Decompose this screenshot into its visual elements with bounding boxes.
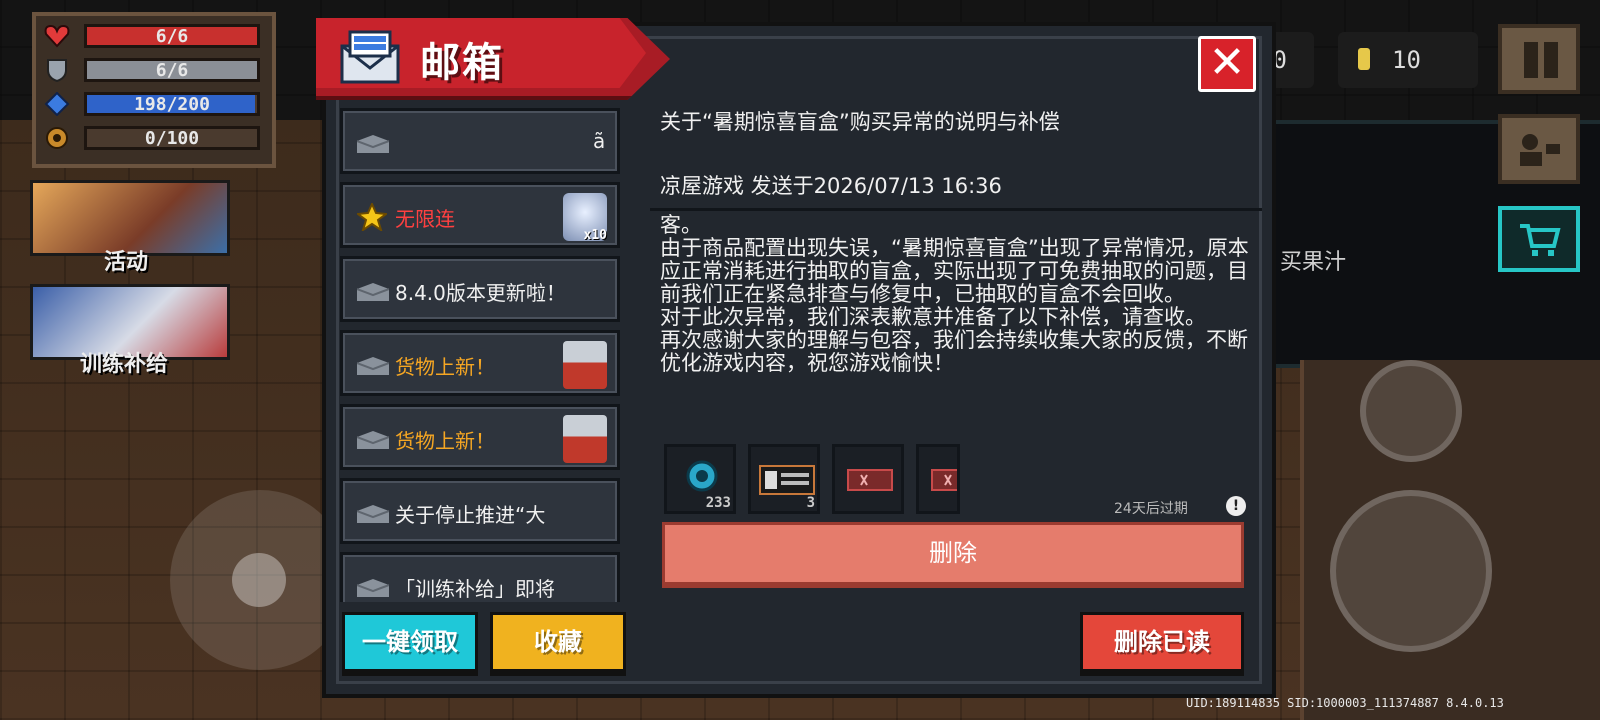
- skill-text: 0/100: [144, 128, 200, 149]
- heart-icon: [44, 24, 70, 48]
- envelope-icon: [357, 431, 389, 449]
- attachment-count: 233: [705, 495, 731, 511]
- delete-read-button[interactable]: 删除已读: [1080, 612, 1244, 676]
- shop-cart-button[interactable]: [1498, 206, 1580, 272]
- uid-info: UID:189114835 SID:1000003_111374887 8.4.…: [1186, 696, 1504, 710]
- skill-icon: [46, 127, 68, 149]
- envelope-icon: [357, 283, 389, 301]
- attachment-slot[interactable]: [832, 444, 904, 514]
- ticket-icon: [847, 469, 893, 491]
- background-shop-text: 买果汁: [1280, 250, 1347, 275]
- mail-envelope-icon: [340, 30, 400, 84]
- pause-button[interactable]: [1498, 24, 1580, 94]
- envelope-icon: [357, 579, 389, 597]
- cart-icon: [1520, 224, 1561, 256]
- hp-text: 6/6: [155, 26, 189, 47]
- mail-item[interactable]: 货物上新！: [340, 330, 620, 396]
- mail-list[interactable]: ã 无限连 x10 8.4.0版本更新啦！ 货物上新！ 货物上新！ 关于停止推进…: [340, 108, 624, 602]
- attachment-count: 3: [806, 495, 815, 511]
- energy-gem-icon: [44, 92, 70, 116]
- attachment-slot[interactable]: 3: [748, 444, 820, 514]
- star-icon: [357, 203, 387, 231]
- character-thumbnail: x10: [563, 193, 607, 243]
- mail-item-label: 货物上新！: [395, 429, 495, 453]
- mail-item[interactable]: 8.4.0版本更新啦！: [340, 256, 620, 322]
- merchant-thumbnail: [563, 415, 607, 463]
- player-stats-panel: 6/6 6/6 198/200 0/100: [32, 12, 276, 168]
- gem-icon: [686, 460, 718, 492]
- warning-icon: !: [1226, 496, 1246, 516]
- weapon-swap-button[interactable]: [1360, 360, 1462, 462]
- mail-body: 客。 由于商品配置出现失误，“暑期惊喜盲盒”出现了异常情况，原本应正常消耗进行抽…: [660, 214, 1249, 375]
- mail-item-label: ã: [593, 129, 606, 153]
- armor-row: 6/6: [44, 56, 264, 84]
- attachment-slot[interactable]: 233: [664, 444, 736, 514]
- training-supply-label: 训练补给: [80, 352, 169, 377]
- mail-item-unread[interactable]: 无限连 x10: [340, 182, 620, 248]
- mailbox-title: 邮箱: [420, 40, 504, 86]
- favorite-button[interactable]: 收藏: [490, 612, 626, 676]
- profile-button[interactable]: [1498, 114, 1580, 184]
- shield-icon: [47, 59, 67, 82]
- envelope-icon: [357, 505, 389, 523]
- skill-row: 0/100: [44, 124, 264, 152]
- attack-button[interactable]: [1330, 490, 1492, 652]
- ticket-icon: [931, 469, 957, 491]
- profile-icon: [1520, 134, 1560, 166]
- coin-counter: 10: [1338, 32, 1478, 88]
- expire-text: 24天后过期: [1114, 501, 1188, 517]
- mail-item-label: 8.4.0版本更新啦！: [395, 281, 566, 305]
- joystick-knob[interactable]: [232, 553, 286, 607]
- card-icon: [759, 465, 815, 495]
- mail-item-label: 「训练补给」即将: [395, 577, 555, 601]
- mail-item-label: 关于停止推进“大: [395, 503, 546, 527]
- mail-sender-date: 凉屋游戏 发送于2026/07/13 16:36: [660, 174, 1002, 198]
- detail-divider: [650, 208, 1262, 211]
- event-banner-label: 活动: [104, 250, 149, 275]
- close-button[interactable]: ✕: [1198, 36, 1256, 92]
- coin-value: 10: [1392, 46, 1421, 74]
- mail-item[interactable]: ã: [340, 108, 620, 174]
- hp-bar: 6/6: [84, 24, 260, 48]
- energy-text: 198/200: [134, 94, 210, 115]
- mail-item[interactable]: 货物上新！: [340, 404, 620, 470]
- energy-row: 198/200: [44, 90, 264, 118]
- armor-bar: 6/6: [84, 58, 260, 82]
- energy-bar: 198/200: [84, 92, 260, 116]
- merchant-thumbnail: [563, 341, 607, 389]
- hp-row: 6/6: [44, 22, 264, 50]
- armor-text: 6/6: [155, 60, 189, 81]
- mail-item[interactable]: 「训练补给」即将: [340, 552, 620, 602]
- envelope-icon: [357, 357, 389, 375]
- skill-bar: 0/100: [84, 126, 260, 150]
- coin-icon: [1358, 48, 1370, 70]
- mail-item[interactable]: 关于停止推进“大: [340, 478, 620, 544]
- reward-multiplier-badge: x10: [583, 228, 607, 243]
- mail-item-label: 货物上新！: [395, 355, 495, 379]
- mail-subject: 关于“暑期惊喜盲盒”购买异常的说明与补偿: [660, 110, 1060, 134]
- attachment-slot[interactable]: [916, 444, 960, 514]
- delete-button[interactable]: 删除: [662, 522, 1244, 588]
- mail-item-label: 无限连: [395, 207, 455, 231]
- envelope-icon: [357, 135, 389, 153]
- claim-all-button[interactable]: 一键领取: [342, 612, 478, 676]
